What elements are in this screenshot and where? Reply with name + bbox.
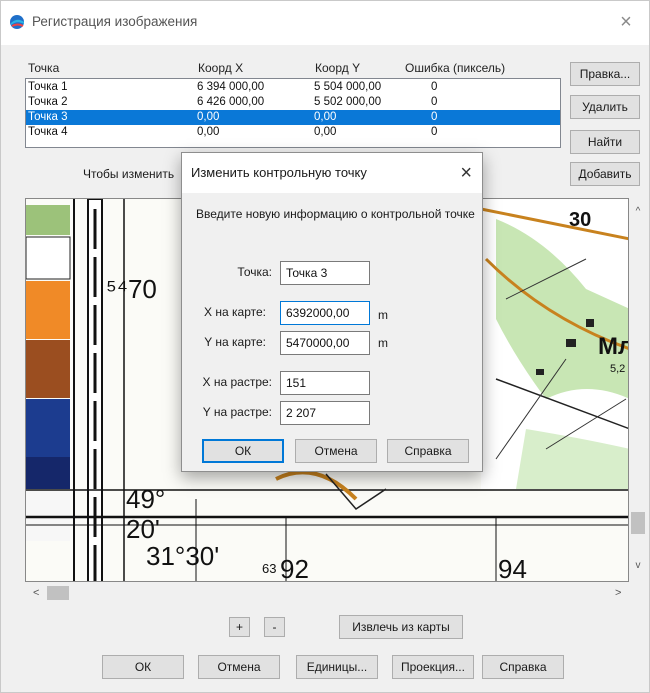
cell-error: 0	[431, 126, 438, 138]
horizontal-scroll-thumb[interactable]	[47, 586, 69, 600]
x-map-field[interactable]: 6392000,00	[280, 301, 370, 325]
column-header-x[interactable]: Коорд X	[198, 61, 243, 75]
dialog-ok-button[interactable]: ОК	[202, 439, 284, 463]
point-label: Точка:	[237, 265, 272, 279]
map-label: 49°	[126, 484, 166, 514]
y-map-field[interactable]: 5470000,00	[280, 331, 370, 355]
window-title: Регистрация изображения	[32, 14, 198, 29]
x-map-unit: m	[378, 308, 388, 322]
x-map-label: X на карте:	[204, 305, 266, 319]
dialog-help-button[interactable]: Справка	[387, 439, 469, 463]
zoom-in-button[interactable]: +	[229, 617, 250, 637]
close-icon[interactable]: ×	[613, 10, 639, 34]
scroll-left-icon[interactable]: <	[33, 584, 39, 602]
scroll-up-icon[interactable]: ^	[629, 206, 647, 217]
extract-from-map-button[interactable]: Извлечь из карты	[339, 615, 463, 639]
cancel-button[interactable]: Отмена	[198, 655, 280, 679]
column-header-error[interactable]: Ошибка (пиксель)	[405, 61, 505, 75]
vertical-scrollbar[interactable]: ^ v	[629, 198, 647, 582]
map-label: 94	[498, 554, 527, 582]
delete-button[interactable]: Удалить	[570, 95, 640, 119]
help-button[interactable]: Справка	[482, 655, 564, 679]
cell-y: 0,00	[314, 126, 337, 138]
app-logo-icon	[10, 15, 24, 29]
ok-button[interactable]: ОК	[102, 655, 184, 679]
cell-error: 0	[431, 111, 438, 123]
scroll-down-icon[interactable]: v	[629, 560, 647, 571]
y-map-unit: m	[378, 336, 388, 350]
dialog-description: Введите новую информацию о контрольной т…	[196, 207, 475, 221]
cell-x: 6 426 000,00	[197, 96, 265, 108]
cell-point: Точка 2	[28, 96, 68, 108]
cell-x: 0,00	[197, 126, 220, 138]
y-raster-label: Y на растре:	[202, 405, 272, 419]
dialog-cancel-button[interactable]: Отмена	[295, 439, 377, 463]
column-header-y[interactable]: Коорд Y	[315, 61, 360, 75]
y-map-label: Y на карте:	[204, 335, 266, 349]
map-label: 63	[262, 561, 277, 576]
dialog-close-icon[interactable]: ×	[460, 161, 472, 185]
vertical-scroll-thumb[interactable]	[631, 512, 645, 534]
title-bar: Регистрация изображения ×	[1, 1, 649, 45]
cell-y: 5 504 000,00	[314, 81, 382, 93]
find-button[interactable]: Найти	[570, 130, 640, 154]
cell-error: 0	[431, 96, 438, 108]
projection-button[interactable]: Проекция...	[392, 655, 474, 679]
horizontal-scrollbar[interactable]: < >	[25, 584, 629, 602]
edit-button[interactable]: Правка...	[570, 62, 640, 86]
add-button[interactable]: Добавить	[570, 162, 640, 186]
y-raster-field[interactable]: 2 207	[280, 401, 370, 425]
table-row-selected[interactable]: Точка 3 0,00 0,00 0	[26, 110, 560, 125]
cell-y: 5 502 000,00	[314, 96, 382, 108]
table-row[interactable]: Точка 2 6 426 000,00 5 502 000,00 0	[26, 95, 560, 110]
cell-point: Точка 3	[28, 111, 68, 123]
dialog-title: Изменить контрольную точку	[191, 165, 367, 180]
column-header-point[interactable]: Точка	[28, 61, 59, 75]
x-raster-field[interactable]: 151	[280, 371, 370, 395]
edit-control-point-dialog: Изменить контрольную точку × Введите нов…	[181, 152, 483, 472]
cell-error: 0	[431, 81, 438, 93]
table-row[interactable]: Точка 4 0,00 0,00 0	[26, 125, 560, 140]
cell-point: Точка 4	[28, 126, 68, 138]
cell-point: Точка 1	[28, 81, 68, 93]
point-field[interactable]: Точка 3	[280, 261, 370, 285]
dialog-title-bar: Изменить контрольную точку ×	[182, 153, 482, 193]
units-button[interactable]: Единицы...	[296, 655, 378, 679]
cell-x: 6 394 000,00	[197, 81, 265, 93]
map-label: 92	[280, 554, 309, 582]
hint-text: Чтобы изменить	[83, 167, 175, 181]
cell-y: 0,00	[314, 111, 337, 123]
map-label: Мл	[598, 333, 628, 360]
scroll-right-icon[interactable]: >	[615, 584, 621, 602]
map-label: 30	[569, 209, 592, 231]
map-label: 31°30'	[146, 541, 220, 571]
cell-x: 0,00	[197, 111, 220, 123]
x-raster-label: X на растре:	[202, 375, 273, 389]
control-points-list[interactable]: Точка 1 6 394 000,00 5 504 000,00 0 Точк…	[25, 78, 561, 148]
map-label: 5,2	[610, 363, 626, 375]
table-row[interactable]: Точка 1 6 394 000,00 5 504 000,00 0	[26, 80, 560, 95]
map-label: ⁵⁴70	[106, 274, 157, 304]
zoom-out-button[interactable]: -	[264, 617, 285, 637]
